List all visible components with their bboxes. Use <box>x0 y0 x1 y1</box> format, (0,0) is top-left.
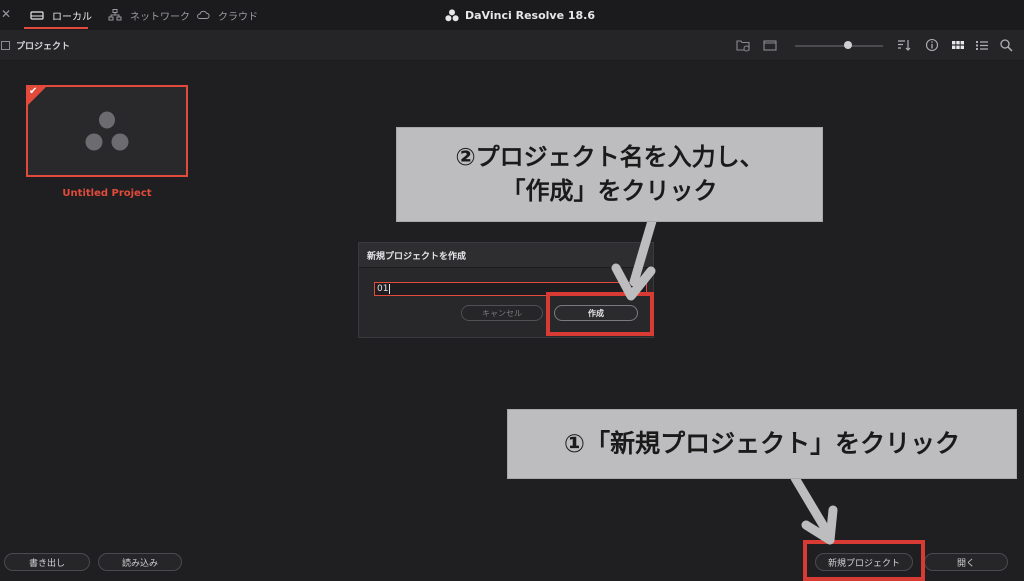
new-folder-icon[interactable] <box>736 38 750 52</box>
hard-drive-icon <box>30 11 44 20</box>
cloud-icon <box>197 10 210 19</box>
tab-cloud-label: クラウド <box>218 11 258 23</box>
project-name[interactable]: Untitled Project <box>26 188 188 199</box>
arrow-to-new-project <box>790 473 838 545</box>
active-tab-indicator <box>24 27 88 29</box>
zoom-slider-handle[interactable] <box>844 41 852 49</box>
step2-line2: 「作成」をクリック <box>501 177 718 205</box>
app-title-text: DaVinci Resolve 18.6 <box>465 8 596 22</box>
export-button[interactable]: 書き出し <box>4 553 90 571</box>
checkmark-icon: ✔ <box>29 86 38 97</box>
info-icon[interactable] <box>925 38 939 52</box>
close-icon[interactable]: ✕ <box>1 7 11 21</box>
section-label: プロジェクト <box>16 42 71 52</box>
davinci-logo-icon <box>445 8 459 21</box>
window-icon[interactable] <box>763 38 777 52</box>
thumbnail-zoom-slider[interactable] <box>795 45 883 47</box>
sidebar-toggle-icon[interactable] <box>1 41 10 50</box>
open-button[interactable]: 開く <box>924 553 1008 571</box>
network-icon <box>108 9 122 21</box>
tab-local[interactable]: ローカル <box>30 0 92 30</box>
app-title: DaVinci Resolve 18.6 <box>445 0 595 30</box>
step1-callout: ①「新規プロジェクト」をクリック <box>508 410 1016 478</box>
list-view-icon[interactable] <box>975 38 989 52</box>
text-caret <box>389 284 390 294</box>
new-project-highlight <box>803 540 925 581</box>
grid-view-icon[interactable] <box>951 38 965 52</box>
sort-icon[interactable] <box>897 38 911 52</box>
step2-line1: ②プロジェクト名を入力し、 <box>455 143 764 171</box>
tab-cloud[interactable]: クラウド <box>196 0 258 30</box>
davinci-logo-icon <box>85 111 129 151</box>
create-button-highlight <box>546 292 654 336</box>
dialog-title: 新規プロジェクトを作成 <box>367 252 467 262</box>
tab-network[interactable]: ネットワーク <box>108 0 190 30</box>
tab-local-label: ローカル <box>52 11 92 23</box>
cancel-button[interactable]: キャンセル <box>461 305 543 321</box>
import-button[interactable]: 読み込み <box>98 553 182 571</box>
tab-network-label: ネットワーク <box>130 11 190 23</box>
step2-callout: ②プロジェクト名を入力し、 「作成」をクリック <box>397 128 822 221</box>
search-icon[interactable] <box>999 38 1013 52</box>
